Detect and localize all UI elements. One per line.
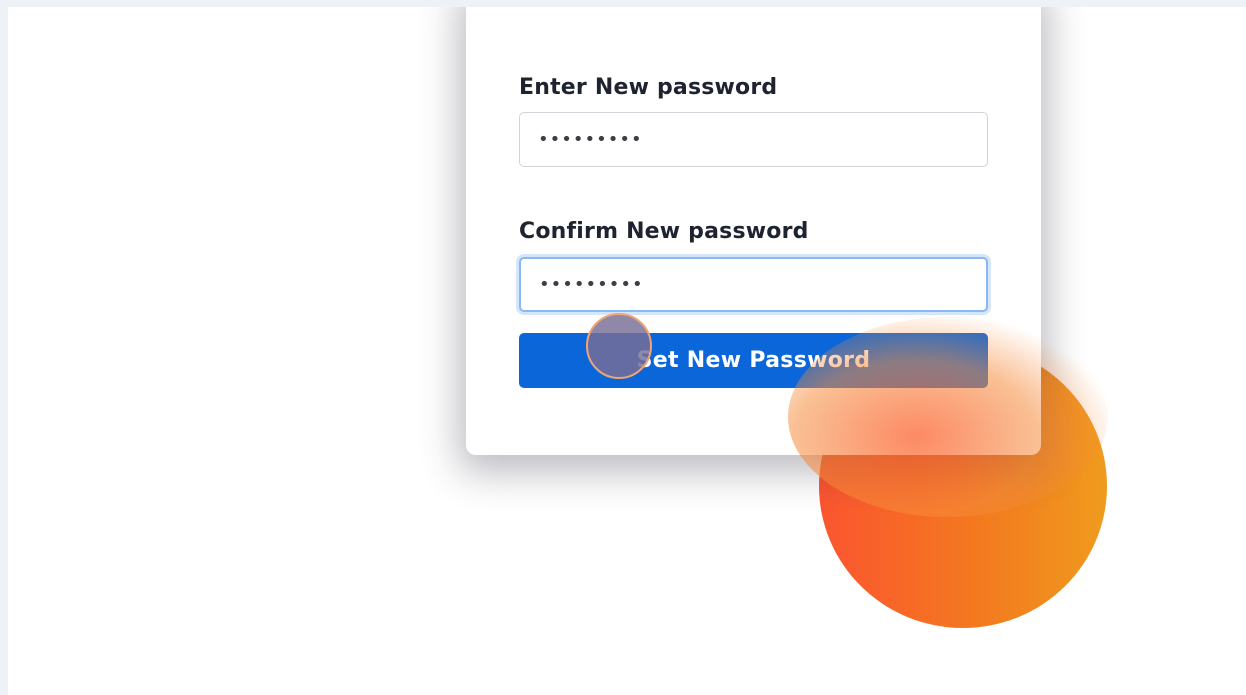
new-password-label: Enter New password [519,75,778,100]
page-background: Enter New password Confirm New password … [8,7,1246,695]
confirm-password-input[interactable] [519,257,988,312]
set-new-password-button[interactable]: Set New Password [519,333,988,388]
new-password-input[interactable] [519,112,988,167]
reset-password-card: Enter New password Confirm New password … [466,7,1041,455]
confirm-password-label: Confirm New password [519,219,809,244]
